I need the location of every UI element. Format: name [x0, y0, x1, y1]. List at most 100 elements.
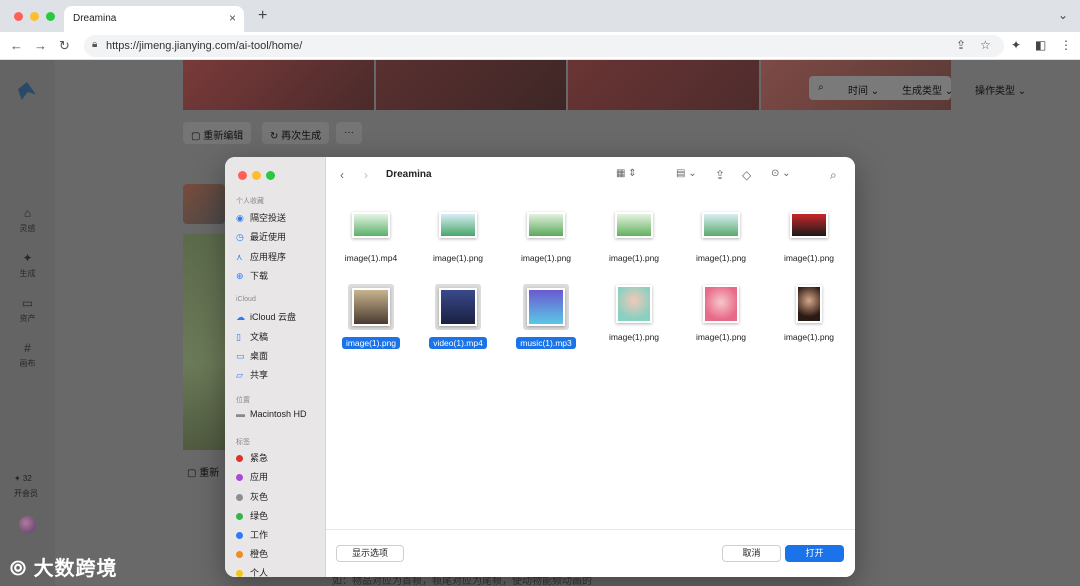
- forward-icon[interactable]: →: [34, 38, 47, 53]
- tab-search-chevron-icon[interactable]: ⌄: [1058, 8, 1068, 22]
- reload-icon[interactable]: ↻: [59, 38, 70, 54]
- extensions-icon[interactable]: ✦: [1011, 38, 1021, 52]
- browser-tab[interactable]: Dreamina ×: [64, 6, 244, 32]
- sidebar-tag-urgent[interactable]: 紧急: [236, 451, 268, 464]
- file-thumbnail: [523, 284, 569, 330]
- back-chevron-icon[interactable]: ‹: [340, 168, 344, 182]
- forward-chevron-icon[interactable]: ›: [364, 168, 368, 182]
- filter-time[interactable]: 时间 ⌄: [848, 82, 879, 97]
- search-icon[interactable]: ⌕: [830, 168, 837, 183]
- re-edit-button[interactable]: ▢ 重新编辑: [183, 122, 252, 144]
- file-item[interactable]: music(1).mp3: [506, 284, 586, 349]
- app-logo-icon[interactable]: [18, 82, 36, 100]
- folder-icon: ▭: [21, 296, 34, 310]
- cancel-button[interactable]: 取消: [722, 545, 781, 562]
- more-options-icon[interactable]: ⊙ ⌄: [771, 168, 791, 179]
- dialog-footer: 显示选项 取消 打开: [326, 529, 855, 577]
- dialog-close-button[interactable]: [238, 171, 247, 180]
- browser-toolbar: ← → ↻ 🔒︎ https://jimeng.jianying.com/ai-…: [0, 32, 1080, 60]
- avatar[interactable]: [19, 516, 36, 533]
- file-name: image(1).png: [341, 337, 401, 349]
- sidebar-item-desktop[interactable]: ▭ 桌面: [236, 349, 268, 362]
- nav-item-canvas[interactable]: # 画布: [0, 341, 55, 369]
- filter-gen-type[interactable]: 生成类型 ⌄: [902, 82, 953, 97]
- file-thumbnail: [351, 205, 391, 245]
- file-item[interactable]: image(1).png: [418, 205, 498, 264]
- sidebar-item-recents[interactable]: ◷ 最近使用: [236, 230, 286, 243]
- vip-points: ✦ 32: [14, 474, 32, 483]
- file-item[interactable]: image(1).png: [769, 205, 849, 264]
- back-icon[interactable]: ←: [10, 38, 23, 53]
- sidebar-tag-gray[interactable]: 灰色: [236, 490, 268, 503]
- open-button[interactable]: 打开: [785, 545, 844, 562]
- sidebar-item-airdrop[interactable]: ◉ 隔空投送: [236, 211, 286, 224]
- new-tab-icon[interactable]: +: [258, 7, 267, 25]
- document-icon: ▯: [236, 332, 241, 342]
- menu-icon[interactable]: ⋮: [1060, 38, 1072, 52]
- dialog-minimize-button[interactable]: [252, 171, 261, 180]
- group-view-icon[interactable]: ▤ ⌄: [676, 168, 697, 179]
- sidebar-item-shared[interactable]: ▱ 共享: [236, 368, 268, 381]
- sidebar-tag-orange[interactable]: 橙色: [236, 547, 268, 560]
- file-item[interactable]: image(1).png: [594, 284, 674, 343]
- file-thumbnail: [348, 284, 394, 330]
- tag-icon[interactable]: ◇: [742, 168, 751, 182]
- file-item[interactable]: image(1).png: [681, 205, 761, 264]
- folder-title: Dreamina: [386, 169, 432, 180]
- file-item[interactable]: image(1).png: [681, 284, 761, 343]
- tag-green-dot-icon: [236, 513, 243, 520]
- minimize-window-button[interactable]: [30, 12, 39, 21]
- sidebar-item-downloads[interactable]: ⊕ 下载: [236, 269, 268, 282]
- re-edit-button-2[interactable]: ▢ 重新: [187, 464, 219, 479]
- watermark-logo: ⦾ 大数跨境: [10, 558, 118, 580]
- sidebar-tag-apps[interactable]: 应用: [236, 470, 268, 483]
- vip-button[interactable]: 开会员: [14, 488, 38, 499]
- file-item[interactable]: image(1).mp4: [331, 205, 411, 264]
- tab-close-icon[interactable]: ×: [229, 11, 236, 25]
- generated-image[interactable]: [183, 60, 374, 110]
- sidebar-item-documents[interactable]: ▯ 文稿: [236, 330, 268, 343]
- regenerate-button[interactable]: ↻ 再次生成: [262, 122, 330, 144]
- lock-icon: 🔒︎: [92, 39, 98, 50]
- canvas-icon: #: [24, 341, 31, 355]
- sidebar-item-applications[interactable]: ⋏ 应用程序: [236, 250, 286, 263]
- close-window-button[interactable]: [14, 12, 23, 21]
- address-bar[interactable]: 🔒︎ https://jimeng.jianying.com/ai-tool/h…: [84, 35, 1004, 57]
- share-icon[interactable]: ⇪: [715, 168, 725, 182]
- bookmark-star-icon[interactable]: ☆: [980, 38, 991, 52]
- search-icon[interactable]: ⌕: [818, 82, 824, 93]
- nav-item-generate[interactable]: ✦ 生成: [0, 251, 55, 279]
- generated-image[interactable]: [375, 60, 566, 110]
- nav-item-assets[interactable]: ▭ 资产: [0, 296, 55, 324]
- file-name: image(1).png: [783, 332, 835, 342]
- file-item[interactable]: image(1).png: [769, 284, 849, 343]
- sidebar-tag-personal[interactable]: 个人: [236, 566, 268, 577]
- icon-view-icon[interactable]: ▦ ⇕: [616, 168, 637, 179]
- file-name: image(1).png: [695, 253, 747, 263]
- more-actions-button[interactable]: ···: [336, 122, 362, 144]
- filter-op-type[interactable]: 操作类型 ⌄: [975, 82, 1026, 97]
- sidebar-item-macintosh-hd[interactable]: ▬ Macintosh HD: [236, 409, 307, 419]
- sidebar-item-icloud-drive[interactable]: ☁ iCloud 云盘: [236, 310, 296, 323]
- file-thumbnail: [789, 284, 829, 324]
- file-thumbnail: [614, 284, 654, 324]
- file-item[interactable]: image(1).png: [506, 205, 586, 264]
- generated-image[interactable]: [183, 184, 225, 224]
- sidebar-tag-work[interactable]: 工作: [236, 528, 268, 541]
- sidebar-tag-green[interactable]: 绿色: [236, 509, 268, 522]
- generated-video[interactable]: [183, 234, 225, 450]
- file-thumbnail: [435, 284, 481, 330]
- file-item[interactable]: image(1).png: [594, 205, 674, 264]
- dialog-zoom-button[interactable]: [266, 171, 275, 180]
- nav-item-inspiration[interactable]: ⌂ 灵感: [0, 206, 55, 234]
- file-item[interactable]: image(1).png: [331, 284, 411, 349]
- zoom-window-button[interactable]: [46, 12, 55, 21]
- generated-image[interactable]: [568, 60, 759, 110]
- browser-tabbar: Dreamina × + ⌄: [0, 0, 1080, 32]
- file-item[interactable]: video(1).mp4: [418, 284, 498, 349]
- share-icon[interactable]: ⇪: [956, 38, 966, 52]
- sidepanel-icon[interactable]: ◧: [1035, 38, 1046, 52]
- show-options-button[interactable]: 显示选项: [336, 545, 404, 562]
- file-name: image(1).png: [432, 253, 484, 263]
- finder-sidebar: 个人收藏 ◉ 隔空投送 ◷ 最近使用 ⋏ 应用程序 ⊕ 下载 iCloud ☁ iClou…: [225, 157, 326, 577]
